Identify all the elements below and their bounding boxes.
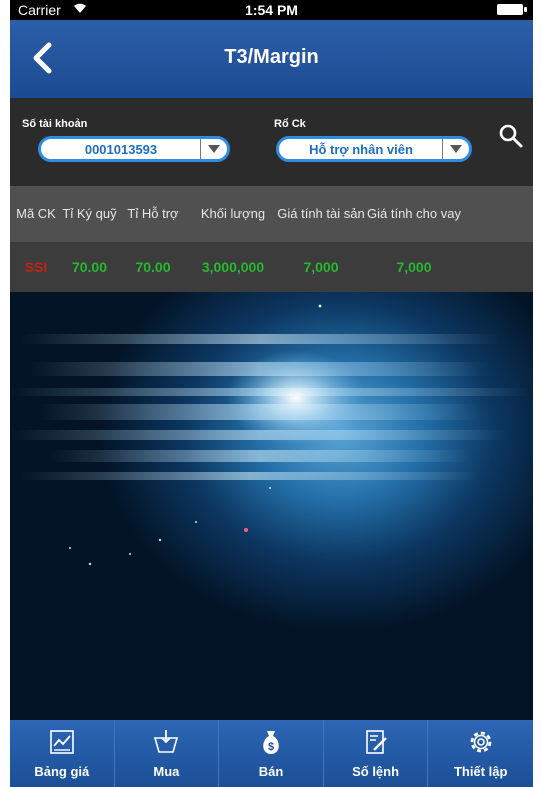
tab-label: Mua [153,764,180,779]
tab-label: Bảng giá [34,764,90,779]
svg-text:$: $ [268,741,274,753]
column-header: Khối lượng [200,206,266,222]
tab-settings[interactable]: Thiết lập [428,720,533,787]
column-header: Giá tính cho vay [367,206,461,222]
chart-icon [49,730,74,754]
chevron-down-icon [442,139,469,159]
battery-icon [497,4,527,15]
light-streaks [10,304,530,566]
buy-icon [154,730,179,753]
order-book-icon [365,730,387,754]
tab-label: Thiết lập [453,764,508,779]
stock-code-cell: SSI [24,259,48,275]
app-screen: Carrier 1:54 PM T3/Margin Số tài khoản 0… [10,0,533,787]
account-label: Số tài khoản [22,118,88,130]
column-header: Tỉ Ký quỹ [62,206,117,222]
search-icon [499,124,523,148]
status-bar: Carrier 1:54 PM [10,0,533,20]
background-image [10,292,533,720]
tab-buy[interactable]: Mua [115,720,220,787]
page-title: T3/Margin [224,46,319,68]
asset-price-cell: 7,000 [303,259,339,275]
account-value: 0001013593 [84,141,158,157]
filter-bar: Số tài khoản 0001013593 Rổ Ck Hỗ trợ nhâ… [10,98,533,186]
tab-price-board[interactable]: Bảng giá [10,720,115,787]
loan-price-cell: 7,000 [396,259,432,275]
column-header: Giá tính tài sản [277,206,365,222]
table-header: Mã CK Tỉ Ký quỹ Tỉ Hỗ trợ Khối lượng Giá… [10,186,533,242]
tab-label: Số lệnh [352,764,400,779]
clock: 1:54 PM [245,2,298,18]
support-ratio-cell: 70.00 [135,259,171,275]
basket-value: Hỗ trợ nhân viên [309,141,413,157]
tab-bar: Bảng giá Mua $ Bán Số lệnh Thiết lập [10,720,533,787]
account-select[interactable]: 0001013593 [38,136,230,162]
tab-label: Bán [258,764,284,779]
gear-icon [470,731,492,753]
volume-cell: 3,000,000 [201,259,265,275]
money-bag-icon: $ [263,731,279,754]
search-button[interactable] [497,122,525,150]
basket-select[interactable]: Hỗ trợ nhân viên [276,136,472,162]
margin-ratio-cell: 70.00 [71,259,108,275]
tab-order-book[interactable]: Số lệnh [324,720,429,787]
tab-sell[interactable]: $ Bán [219,720,324,787]
table-row[interactable]: SSI 70.00 70.00 3,000,000 7,000 7,000 [10,242,533,292]
column-header: Tỉ Hỗ trợ [127,206,179,222]
navigation-bar: T3/Margin [10,20,533,98]
chevron-down-icon [200,139,227,159]
basket-label: Rổ Ck [274,118,306,130]
column-header: Mã CK [16,206,56,222]
